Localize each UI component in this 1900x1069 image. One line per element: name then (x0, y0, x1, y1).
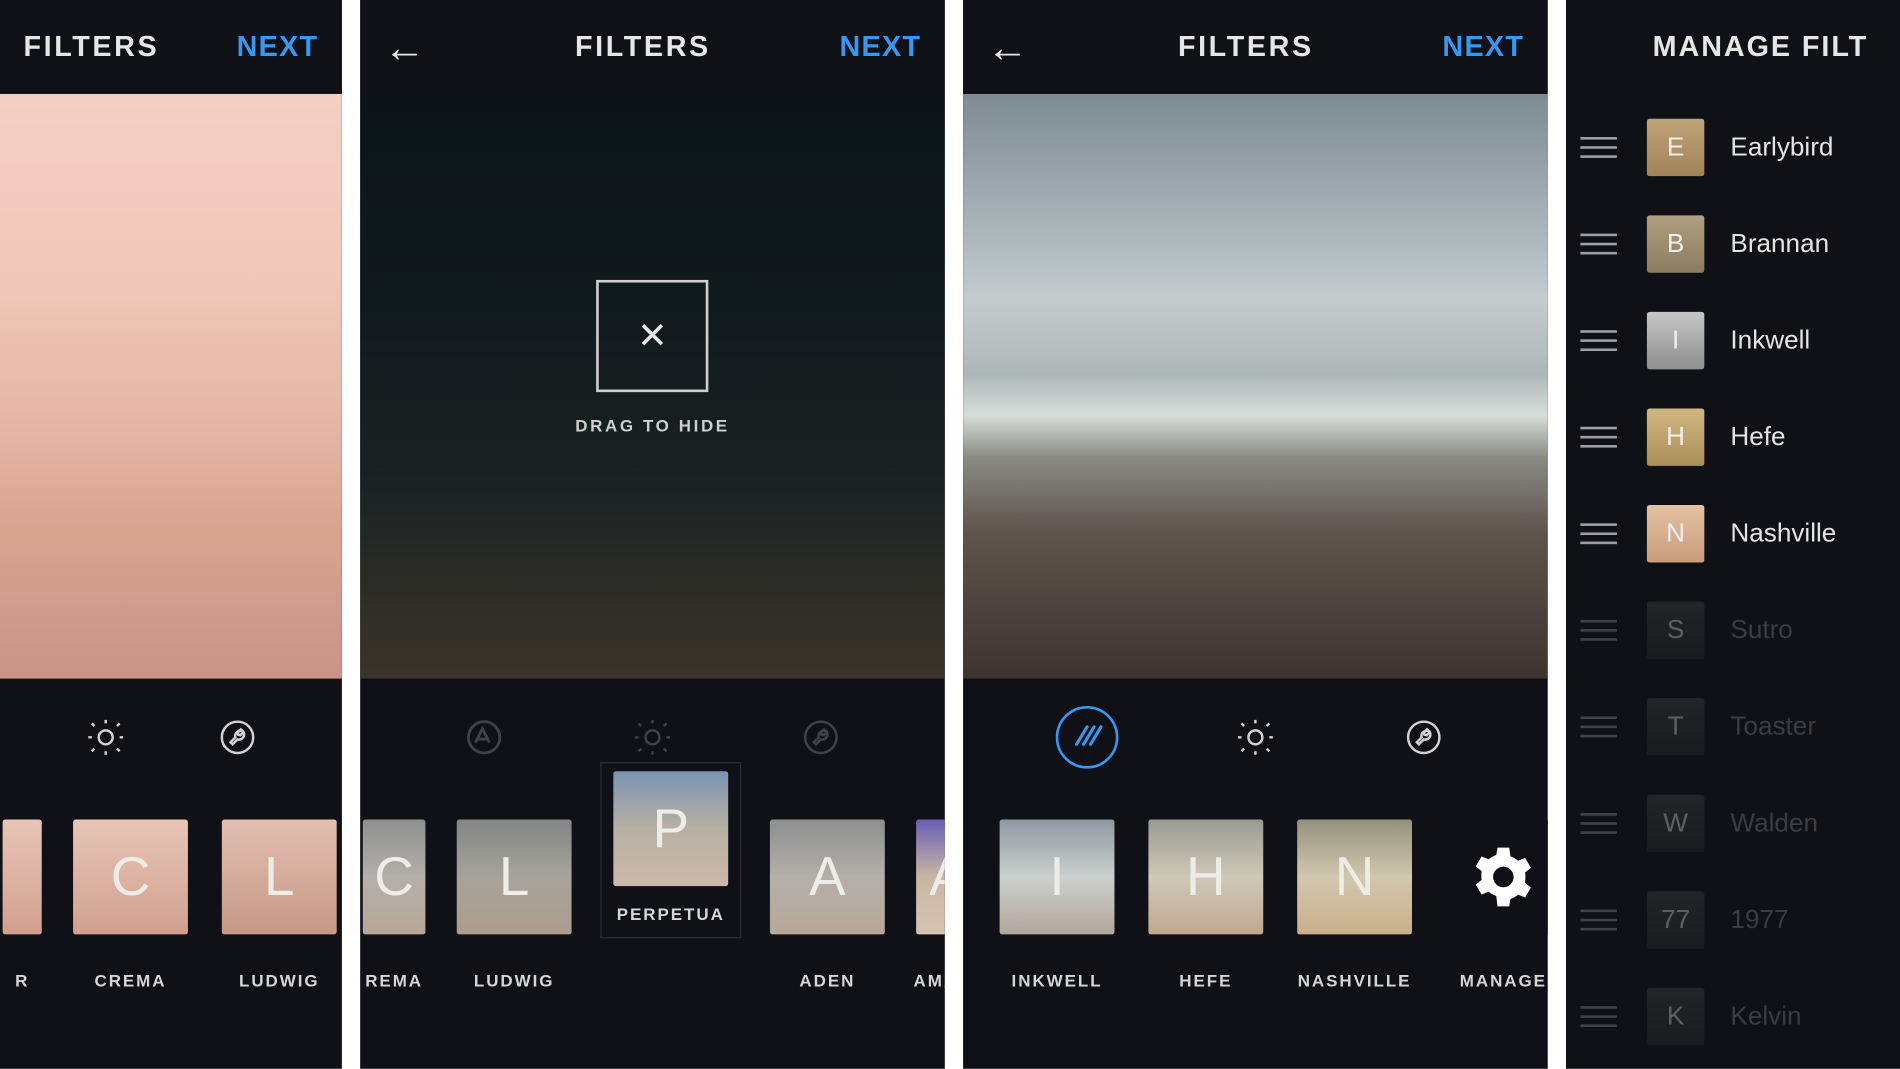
filter-item-crema[interactable]: C CREMA (68, 820, 193, 991)
back-icon[interactable]: ← (987, 23, 1050, 71)
next-button[interactable]: NEXT (840, 30, 922, 64)
lux-tool-icon[interactable] (621, 706, 684, 769)
photo-preview[interactable] (963, 94, 1548, 679)
drop-label: DRAG TO HIDE (575, 415, 729, 435)
next-button[interactable]: NEXT (1442, 30, 1524, 64)
filter-thumb: W (1647, 795, 1704, 852)
lux-tool-icon[interactable] (74, 706, 137, 769)
photo-preview[interactable] (0, 94, 342, 679)
filter-name: Sutro (1730, 615, 1792, 645)
filter-thumb: T (1647, 698, 1704, 755)
filter-name: Brannan (1730, 229, 1829, 259)
filter-item-amaro[interactable]: A AMAR (913, 820, 944, 991)
filter-item-perpetua-dragging[interactable]: P PERPETUA (600, 762, 741, 938)
next-button[interactable]: NEXT (237, 30, 319, 64)
filter-thumb: K (1647, 988, 1704, 1045)
close-icon[interactable]: ✕ (596, 279, 708, 391)
filter-name: Hefe (1730, 422, 1785, 452)
drag-handle-icon[interactable] (1576, 427, 1620, 448)
header-title: MANAGE FILT (1566, 0, 1900, 94)
back-icon[interactable]: ← (384, 23, 447, 71)
filter-name: Toaster (1730, 712, 1816, 742)
drag-handle-icon[interactable] (1576, 620, 1620, 641)
filter-letter: C (111, 846, 151, 909)
filter-item-aden[interactable]: A ADEN (765, 820, 890, 991)
manage-filter-row[interactable]: N Nashville (1566, 485, 1900, 582)
filter-item-ludwig[interactable]: L LUDWIG (217, 820, 342, 991)
filter-name: Earlybird (1730, 132, 1833, 162)
wrench-tool-icon[interactable] (206, 706, 269, 769)
manage-filter-row[interactable]: W Walden (1566, 775, 1900, 872)
screen-filters-2: ← FILTERS NEXT ✕ DRAG TO HIDE C REMA (360, 0, 945, 1069)
manage-filter-row[interactable]: 77 1977 (1566, 872, 1900, 969)
filter-item-inkwell[interactable]: I INKWELL (994, 820, 1119, 991)
manage-filter-row[interactable]: K Kelvin (1566, 968, 1900, 1065)
manage-filter-row[interactable]: H Hefe (1566, 389, 1900, 486)
manage-filter-row[interactable]: T Toaster (1566, 679, 1900, 776)
manage-filter-row[interactable]: B Brannan (1566, 196, 1900, 293)
drag-handle-icon[interactable] (1576, 330, 1620, 351)
filter-tool-icon[interactable] (452, 706, 515, 769)
filter-label: AMAR (913, 971, 944, 991)
filter-name: Nashville (1730, 519, 1836, 549)
filter-item[interactable]: R (0, 820, 44, 991)
drag-handle-icon[interactable] (1576, 234, 1620, 255)
header-title: FILTERS (575, 30, 711, 64)
drag-handle-icon[interactable] (1576, 523, 1620, 544)
filter-tool-icon[interactable] (1055, 706, 1118, 769)
filter-item-hefe[interactable]: H HEFE (1143, 820, 1268, 991)
filter-thumb: N (1647, 505, 1704, 562)
wrench-tool-icon[interactable] (790, 706, 853, 769)
filter-thumb: E (1647, 119, 1704, 176)
filter-thumb: S (1647, 602, 1704, 659)
filter-name: Walden (1730, 808, 1818, 838)
photo-preview[interactable]: ✕ DRAG TO HIDE (360, 94, 945, 679)
filter-letter: L (264, 846, 294, 909)
filter-label: MANAGE (1441, 971, 1548, 991)
drag-to-hide-dropzone[interactable]: ✕ DRAG TO HIDE (575, 279, 729, 434)
filter-item-ludwig[interactable]: L LUDWIG (452, 820, 577, 991)
filter-label: PERPETUA (602, 904, 740, 924)
filter-item-crema[interactable]: C REMA (360, 820, 428, 991)
manage-filter-row[interactable]: E Earlybird (1566, 99, 1900, 196)
filter-label: ADEN (765, 971, 890, 991)
filter-label: LUDWIG (217, 971, 342, 991)
filter-thumb: I (1647, 312, 1704, 369)
screen-filters-1: FILTERS NEXT R C CREMA L LUDWIG (0, 0, 342, 1069)
manage-filter-row[interactable]: I Inkwell (1566, 292, 1900, 389)
filter-name: Inkwell (1730, 326, 1810, 356)
gear-icon[interactable] (1446, 820, 1548, 935)
filter-label: LUDWIG (452, 971, 577, 991)
filter-thumb: B (1647, 215, 1704, 272)
filter-name: Kelvin (1730, 1002, 1801, 1032)
filter-label: NASHVILLE (1292, 971, 1417, 991)
drag-handle-icon[interactable] (1576, 1006, 1620, 1027)
filter-item-nashville[interactable]: N NASHVILLE (1292, 820, 1417, 991)
manage-filters-button[interactable]: MANAGE (1441, 820, 1548, 991)
header-title: FILTERS (23, 30, 159, 64)
filter-thumb: 77 (1647, 891, 1704, 948)
screen-manage-filters: MANAGE FILT E Earlybird B Brannan I Inkwell HH… (1566, 0, 1900, 1069)
header-title: FILTERS (1178, 30, 1314, 64)
filter-thumb: H (1647, 408, 1704, 465)
filter-label: REMA (360, 971, 428, 991)
filter-label: CREMA (68, 971, 193, 991)
lux-tool-icon[interactable] (1224, 706, 1287, 769)
drag-handle-icon[interactable] (1576, 813, 1620, 834)
filter-name: 1977 (1730, 905, 1788, 935)
filter-label: HEFE (1143, 971, 1268, 991)
drag-handle-icon[interactable] (1576, 716, 1620, 737)
drag-handle-icon[interactable] (1576, 137, 1620, 158)
filter-label: R (0, 971, 44, 991)
wrench-tool-icon[interactable] (1393, 706, 1456, 769)
manage-filter-row[interactable]: S Sutro (1566, 582, 1900, 679)
filter-label: INKWELL (994, 971, 1119, 991)
drag-handle-icon[interactable] (1576, 910, 1620, 931)
screen-filters-3: ← FILTERS NEXT I INKWELL H HEFE (963, 0, 1548, 1069)
